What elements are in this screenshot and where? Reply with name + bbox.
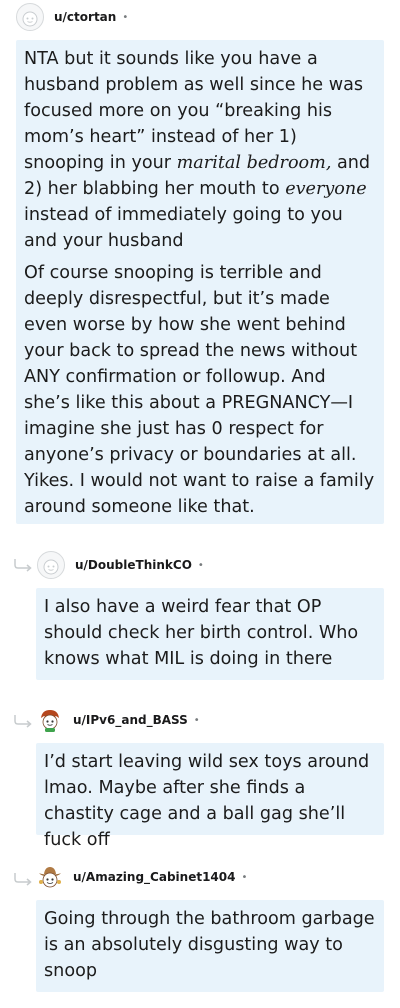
reply-arrow-icon: [14, 873, 32, 886]
comment-text: Of course snooping is terrible and deepl…: [24, 263, 375, 517]
comment-text: I also have a weird fear that OP should …: [44, 597, 359, 669]
comment-header: u/ctortan •: [16, 1, 128, 33]
reply-arrow-icon: [14, 559, 32, 572]
separator-dot: •: [193, 714, 200, 726]
comment-body: I also have a weird fear that OP should …: [36, 588, 384, 680]
comment-text: instead of immediately going to you and …: [24, 205, 343, 251]
comment-username[interactable]: u/ctortan: [54, 10, 116, 24]
comment-body: Going through the bathroom garbage is an…: [36, 900, 384, 992]
comment-username[interactable]: u/IPv6_and_BASS: [73, 713, 188, 727]
comment-header: u/DoubleThinkCO •: [37, 549, 204, 581]
comment-text: I’d start leaving wild sex toys around l…: [44, 752, 370, 850]
comment-paragraph: NTA but it sounds like you have a husban…: [24, 46, 376, 254]
comment-username[interactable]: u/DoubleThinkCO: [75, 558, 192, 572]
comment-body: I’d start leaving wild sex toys around l…: [36, 743, 384, 850]
emphasized-text: marital bedroom,: [176, 153, 332, 173]
comment-header: u/Amazing_Cabinet1404 •: [37, 861, 247, 893]
comment-body: NTA but it sounds like you have a husban…: [16, 40, 384, 524]
separator-dot: •: [122, 11, 129, 23]
comment-username[interactable]: u/Amazing_Cabinet1404: [73, 870, 235, 884]
comment-paragraph: Of course snooping is terrible and deepl…: [24, 260, 376, 520]
snoo-avatar-icon[interactable]: [37, 551, 65, 579]
snoo-cowboy-avatar-icon[interactable]: [37, 864, 63, 890]
comment-text: Going through the bathroom garbage is an…: [44, 909, 375, 981]
separator-dot: •: [241, 871, 248, 883]
snoo-avatar-icon[interactable]: [16, 3, 44, 31]
reply-arrow-icon: [14, 715, 32, 728]
comment-header: u/IPv6_and_BASS •: [37, 704, 200, 736]
snoo-red-hair-avatar-icon[interactable]: [37, 707, 63, 733]
emphasized-text: everyone: [285, 179, 367, 199]
separator-dot: •: [197, 559, 204, 571]
